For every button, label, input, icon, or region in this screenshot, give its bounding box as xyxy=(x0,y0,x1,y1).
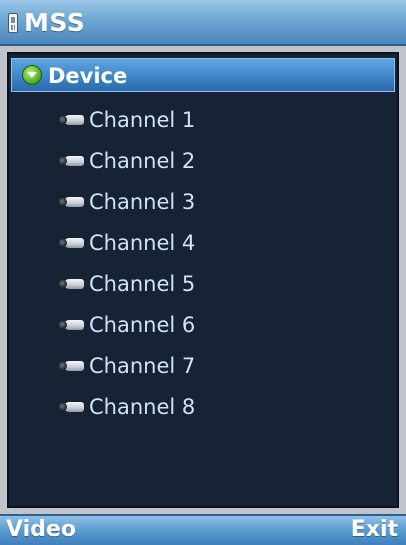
channel-label: Channel 6 xyxy=(89,313,196,337)
camera-icon xyxy=(59,155,85,167)
camera-icon xyxy=(59,278,85,290)
camera-icon xyxy=(59,237,85,249)
camera-icon xyxy=(59,196,85,208)
channel-label: Channel 2 xyxy=(89,149,196,173)
camera-icon xyxy=(59,319,85,331)
device-label: Device xyxy=(48,64,128,88)
main-panel: Device Channel 1 Channel 2 Channel 3 Cha… xyxy=(0,46,406,514)
exit-softkey[interactable]: Exit xyxy=(351,517,398,542)
camera-icon xyxy=(59,360,85,372)
channel-label: Channel 4 xyxy=(89,231,196,255)
channel-label: Channel 8 xyxy=(89,395,196,419)
camera-icon xyxy=(59,114,85,126)
channel-label: Channel 1 xyxy=(89,108,196,132)
app-title: MSS xyxy=(24,8,86,37)
title-bar: MSS xyxy=(0,0,406,46)
expand-icon[interactable] xyxy=(22,65,42,85)
softkey-bar: Video Exit xyxy=(0,514,406,545)
device-tree: Device Channel 1 Channel 2 Channel 3 Cha… xyxy=(7,52,399,508)
video-softkey[interactable]: Video xyxy=(6,517,76,542)
camera-icon xyxy=(59,401,85,413)
channel-label: Channel 7 xyxy=(89,354,196,378)
channel-label: Channel 5 xyxy=(89,272,196,296)
channel-label: Channel 3 xyxy=(89,190,196,214)
phone-icon xyxy=(8,13,18,33)
tree-item-device[interactable]: Device xyxy=(11,58,395,92)
